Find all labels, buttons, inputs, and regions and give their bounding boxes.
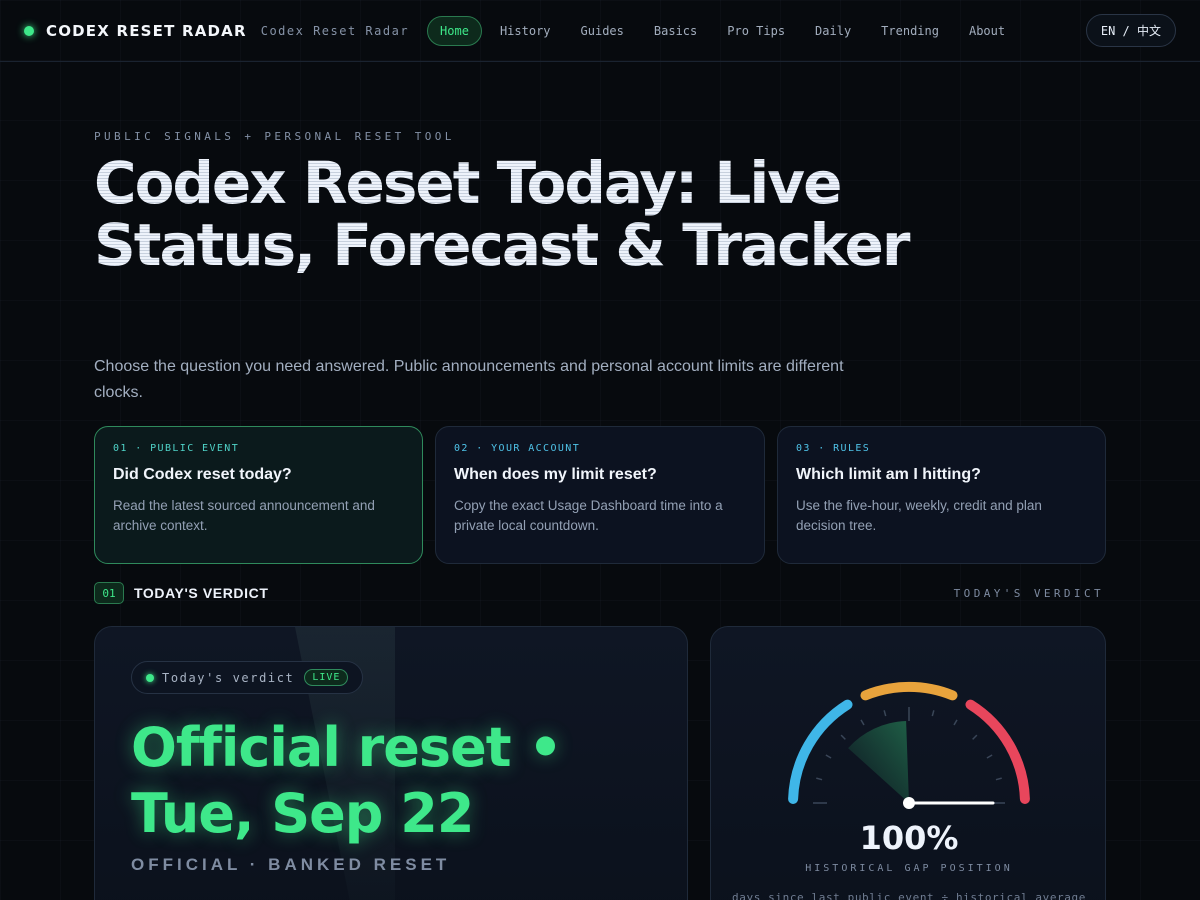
verdict-headline: Official reset • Tue, Sep 22: [131, 716, 563, 845]
gauge-ticks: [813, 707, 1005, 804]
nav-link-pro-tips[interactable]: Pro Tips: [727, 16, 785, 46]
question-card-your-account[interactable]: 02 · YOUR ACCOUNT When does my limit res…: [435, 426, 765, 564]
gauge-tick: [995, 777, 1002, 781]
nav-link-home[interactable]: Home: [427, 15, 482, 46]
verdict-subline: OFFICIAL · BANKED RESET: [131, 855, 451, 874]
live-dot-icon: [146, 673, 154, 682]
verdict-pill-label: Today's verdict: [162, 670, 295, 685]
gauge-tick: [931, 710, 935, 717]
nav-link-about[interactable]: About: [969, 16, 1005, 46]
question-kicker: 02 · YOUR ACCOUNT: [454, 443, 581, 454]
gauge-dial: [788, 681, 1030, 809]
section-number-badge: 01: [94, 582, 124, 604]
question-kicker: 01 · PUBLIC EVENT: [113, 443, 240, 454]
gauge-note: days since last public event ÷ historica…: [732, 891, 1086, 900]
gauge-hub: [903, 797, 915, 809]
gauge-tick: [972, 734, 978, 740]
gauge-tick: [883, 710, 887, 717]
verdict-pill: Today's verdict LIVE: [131, 661, 364, 694]
top-nav: CODEX RESET RADAR Codex Reset Radar Home…: [0, 0, 1200, 62]
gauge-card: 100% HISTORICAL GAP POSITION days since …: [710, 626, 1106, 900]
nav-link-daily[interactable]: Daily: [815, 16, 851, 46]
nav-link-basics[interactable]: Basics: [654, 16, 697, 46]
gauge-arc-hot: [965, 699, 1030, 804]
gauge-sweep: [848, 721, 909, 803]
question-title: When does my limit reset?: [454, 466, 657, 483]
nav-link-trending[interactable]: Trending: [881, 16, 939, 46]
live-badge: LIVE: [304, 669, 349, 686]
nav-links: Home History Guides Basics Pro Tips Dail…: [427, 15, 1035, 46]
question-card-public-event[interactable]: 01 · PUBLIC EVENT Did Codex reset today?…: [94, 426, 423, 564]
page-title: Codex Reset Today: Live Status, Forecast…: [94, 152, 1014, 276]
brand-name: CODEX RESET RADAR: [46, 21, 247, 40]
status-dot-icon: [24, 25, 34, 36]
section-title: TODAY'S VERDICT: [134, 585, 269, 601]
question-kicker: 03 · RULES: [796, 443, 871, 454]
question-description: Copy the exact Usage Dashboard time into…: [454, 498, 723, 533]
verdict-card: Today's verdict LIVE Official reset • Tu…: [94, 626, 688, 900]
language-toggle-button[interactable]: EN / 中文: [1085, 14, 1176, 47]
section-right-label: TODAY'S VERDICT: [953, 587, 1104, 600]
brand[interactable]: CODEX RESET RADAR Codex Reset Radar: [24, 22, 409, 40]
question-description: Use the five-hour, weekly, credit and pl…: [796, 498, 1042, 533]
gauge-label: HISTORICAL GAP POSITION: [805, 863, 1013, 874]
question-title: Did Codex reset today?: [113, 466, 292, 483]
hero-eyebrow: PUBLIC SIGNALS + PERSONAL RESET TOOL: [94, 130, 455, 143]
gauge-arc-cool: [788, 699, 853, 804]
gauge-tick: [986, 754, 993, 759]
hero-description: Choose the question you need answered. P…: [94, 358, 844, 401]
gauge-arc-mid: [860, 681, 958, 701]
gauge-tick: [816, 777, 823, 781]
nav-link-guides[interactable]: Guides: [581, 16, 624, 46]
gauge-tick: [825, 754, 832, 759]
brand-subtitle: Codex Reset Radar: [260, 23, 410, 38]
gauge-tick: [840, 734, 846, 740]
question-card-rules[interactable]: 03 · RULES Which limit am I hitting? Use…: [777, 426, 1106, 564]
question-title: Which limit am I hitting?: [796, 466, 981, 483]
gauge-tick: [953, 719, 958, 726]
gauge-value: 100%: [859, 819, 959, 857]
nav-link-history[interactable]: History: [500, 16, 551, 46]
gauge-tick: [860, 719, 865, 726]
question-description: Read the latest sourced announcement and…: [113, 498, 375, 533]
